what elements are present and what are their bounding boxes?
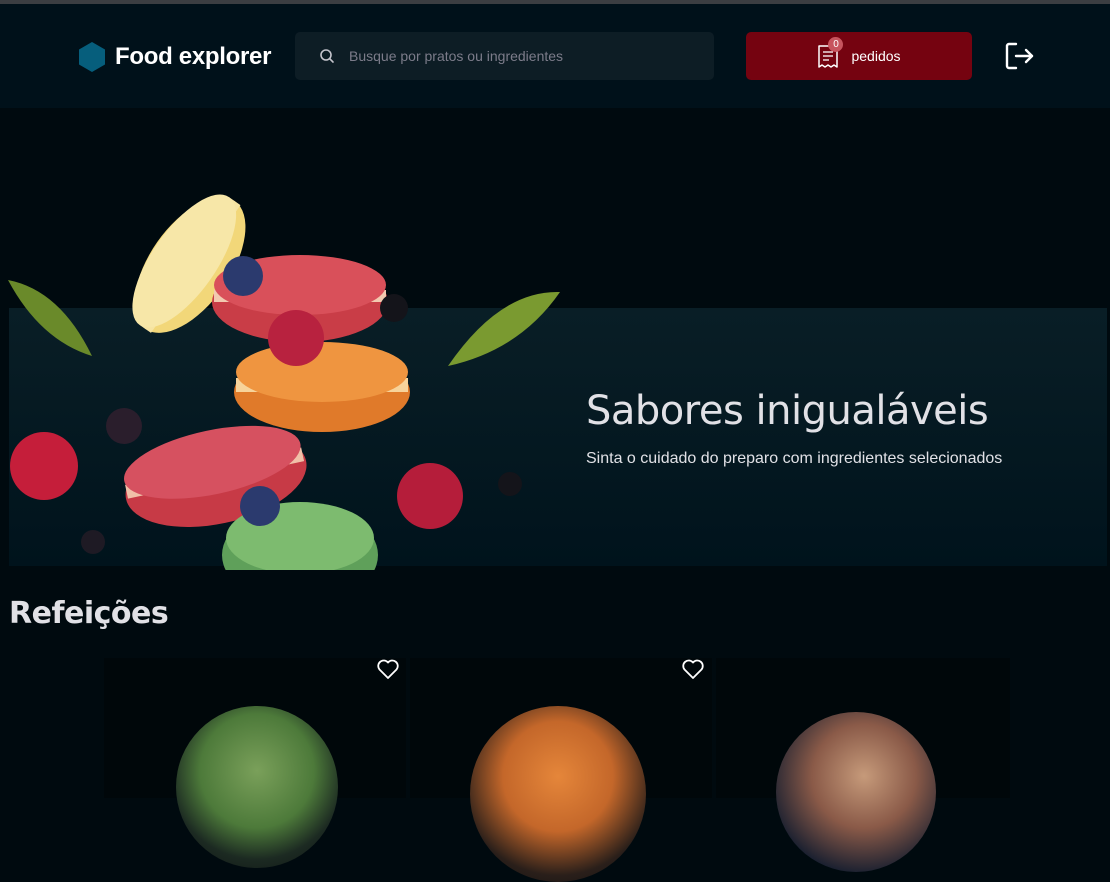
hero-title: Sabores inigualáveis — [586, 388, 989, 434]
orders-label: pedidos — [851, 48, 901, 64]
hexagon-logo-icon — [79, 42, 105, 72]
heart-icon[interactable] — [376, 657, 400, 681]
brand-logo[interactable]: Food explorer — [79, 42, 271, 72]
meals-section-title: Refeições — [9, 596, 169, 631]
search-bar[interactable] — [295, 32, 714, 80]
app-header: Food explorer 0 pedidos — [0, 4, 1110, 108]
orders-count-badge: 0 — [828, 37, 844, 52]
salad-dish-image — [176, 706, 338, 868]
search-input[interactable] — [349, 48, 679, 64]
hero-subtitle: Sinta o cuidado do preparo com ingredien… — [586, 450, 1003, 467]
shrimp-pasta-dish-image — [470, 706, 646, 882]
search-icon — [320, 49, 334, 63]
orders-button[interactable]: 0 pedidos — [746, 32, 972, 80]
macarons-illustration — [8, 194, 560, 570]
receipt-icon: 0 — [817, 37, 844, 69]
brand-name: Food explorer — [115, 43, 272, 70]
heart-icon[interactable] — [681, 657, 705, 681]
sign-out-icon[interactable] — [1004, 40, 1036, 72]
toast-dish-image — [776, 712, 936, 872]
